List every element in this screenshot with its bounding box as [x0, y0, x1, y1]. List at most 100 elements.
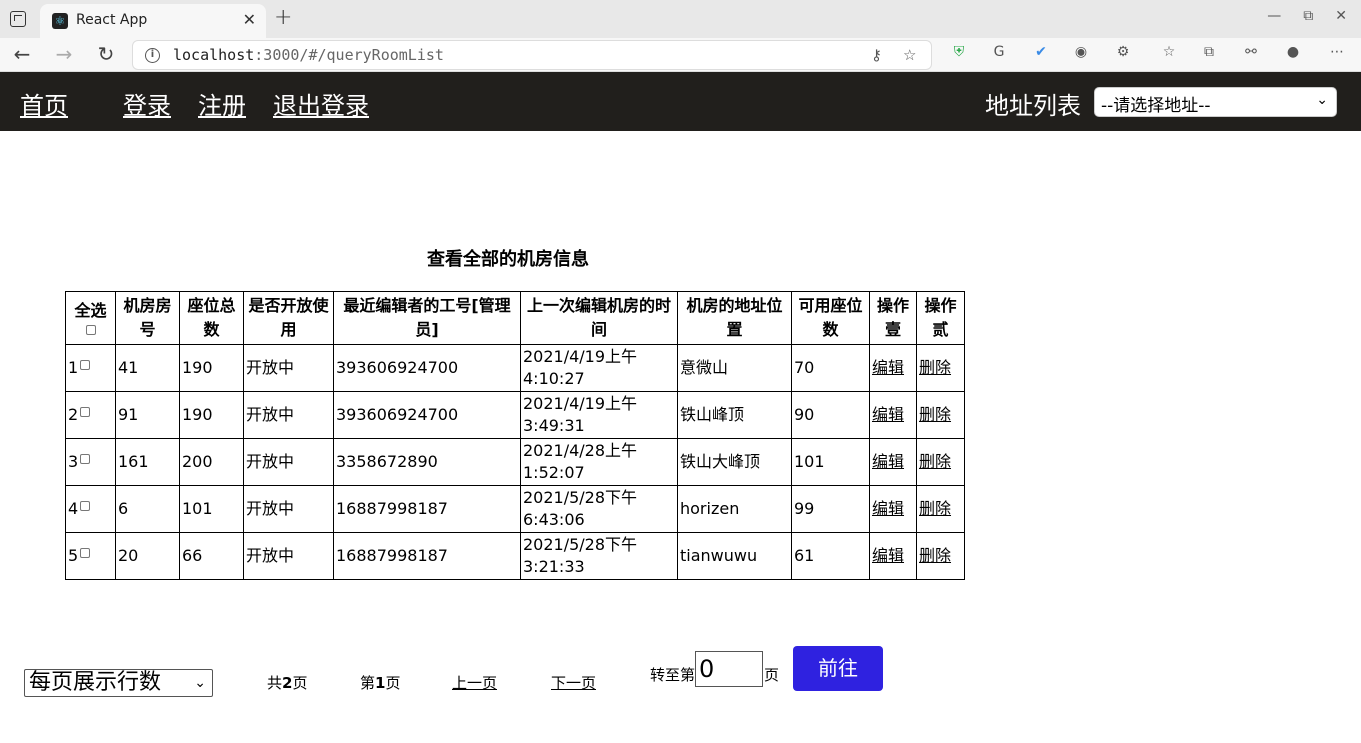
room-no-cell: 41 — [115, 344, 180, 392]
nav-register-link[interactable]: 注册 — [198, 86, 246, 121]
tampermonkey-extension-icon[interactable]: ◉ — [1072, 43, 1090, 61]
edit-time-cell: 2021/4/19上午3:49:31 — [520, 391, 678, 439]
close-tab-icon[interactable]: ✕ — [243, 10, 256, 29]
key-icon[interactable]: ⚷ — [871, 46, 882, 64]
go-button[interactable]: 前往 — [793, 646, 883, 691]
maximize-icon[interactable]: ⧉ — [1303, 8, 1313, 24]
col-room-no: 机房房号 — [115, 291, 180, 345]
room-table: 全选 机房房号 座位总数 是否开放使用 最近编辑者的工号[管理员] 上一次编辑机… — [65, 291, 965, 580]
nav-home-link[interactable]: 首页 — [20, 86, 68, 121]
table-row: 2 91 190 开放中 393606924700 2021/4/19上午3:4… — [65, 391, 965, 439]
open-status-cell: 开放中 — [243, 485, 334, 533]
extensions-puzzle-icon[interactable]: ⚙ — [1114, 43, 1132, 61]
goto-unit-label: 页 — [764, 666, 780, 684]
available-seats-cell: 90 — [791, 391, 870, 439]
next-page-link[interactable]: 下一页 — [551, 672, 596, 693]
favorites-icon[interactable]: ☆ — [1160, 43, 1178, 61]
table-header-row: 全选 机房房号 座位总数 是否开放使用 最近编辑者的工号[管理员] 上一次编辑机… — [65, 291, 965, 345]
profile-avatar-icon[interactable]: ● — [1284, 43, 1302, 61]
address-bar: ← → ↻ i localhost:3000/#/queryRoomList ⚷… — [0, 38, 1361, 72]
delete-link[interactable]: 删除 — [919, 499, 951, 518]
row-index-cell: 5 — [65, 532, 116, 580]
table-row: 1 41 190 开放中 393606924700 2021/4/19上午4:1… — [65, 344, 965, 392]
table-row: 4 6 101 开放中 16887998187 2021/5/28下午6:43:… — [65, 485, 965, 533]
edit-link[interactable]: 编辑 — [872, 546, 904, 565]
collections-icon[interactable]: ⧉ — [1200, 43, 1218, 61]
address-cell: 铁山峰顶 — [677, 391, 792, 439]
window-menu-icon[interactable] — [10, 11, 26, 27]
check-extension-icon[interactable]: ✔ — [1032, 43, 1050, 61]
grammar-extension-icon[interactable]: G — [990, 43, 1008, 61]
more-menu-icon[interactable]: ⋯ — [1328, 43, 1346, 61]
back-icon[interactable]: ← — [10, 42, 34, 66]
page-size-select[interactable]: 每页展示行数 ⌄ — [24, 669, 213, 697]
chevron-down-icon: ⌄ — [194, 675, 206, 691]
table-row: 5 20 66 开放中 16887998187 2021/5/28下午3:21:… — [65, 532, 965, 580]
edit-link[interactable]: 编辑 — [872, 452, 904, 471]
edit-time-cell: 2021/4/19上午4:10:27 — [520, 344, 678, 392]
favorite-star-icon[interactable]: ☆ — [903, 46, 916, 64]
col-seats-total: 座位总数 — [179, 291, 244, 345]
open-status-cell: 开放中 — [243, 344, 334, 392]
edit-time-cell: 2021/5/28下午3:21:33 — [520, 532, 678, 580]
row-checkbox[interactable] — [80, 407, 91, 417]
select-all-checkbox[interactable] — [85, 325, 96, 335]
nav-login-link[interactable]: 登录 — [123, 86, 171, 121]
col-is-open: 是否开放使用 — [243, 291, 334, 345]
open-status-cell: 开放中 — [243, 438, 334, 486]
col-editor-id: 最近编辑者的工号[管理员] — [333, 291, 521, 345]
new-tab-icon[interactable]: + — [274, 5, 292, 30]
share-icon[interactable]: ⚯ — [1242, 43, 1260, 61]
close-window-icon[interactable]: ✕ — [1335, 8, 1347, 24]
site-info-icon[interactable]: i — [145, 48, 160, 63]
tab-title: React App — [76, 12, 148, 28]
edit-time-cell: 2021/4/28上午1:52:07 — [520, 438, 678, 486]
address-select[interactable]: --请选择地址-- ⌄ — [1094, 87, 1337, 117]
address-cell: horizen — [677, 485, 792, 533]
goto-page-input[interactable]: 0 — [695, 651, 763, 687]
minimize-icon[interactable]: — — [1267, 8, 1281, 24]
address-list-label: 地址列表 — [985, 92, 1081, 120]
room-no-cell: 161 — [115, 438, 180, 486]
row-index-cell: 1 — [65, 344, 116, 392]
col-op1: 操作壹 — [869, 291, 917, 345]
delete-link[interactable]: 删除 — [919, 452, 951, 471]
row-checkbox[interactable] — [80, 454, 91, 464]
select-all-label: 全选 — [74, 301, 107, 320]
seats-cell: 66 — [179, 532, 244, 580]
table-row: 3 161 200 开放中 3358672890 2021/4/28上午1:52… — [65, 438, 965, 486]
shield-extension-icon[interactable]: ⛨ — [950, 43, 968, 61]
app-navbar: 首页 登录 注册 退出登录 地址列表 --请选择地址-- ⌄ — [0, 72, 1361, 131]
forward-icon[interactable]: → — [52, 42, 76, 66]
row-checkbox[interactable] — [80, 360, 91, 370]
room-no-cell: 20 — [115, 532, 180, 580]
browser-tab[interactable]: ⚛ React App ✕ — [40, 4, 266, 38]
address-select-value: --请选择地址-- — [1101, 96, 1211, 116]
total-pages-text: 共2页 — [267, 674, 308, 692]
col-op2: 操作贰 — [916, 291, 965, 345]
url-input[interactable]: i localhost:3000/#/queryRoomList ⚷ ☆ — [132, 40, 932, 70]
delete-link[interactable]: 删除 — [919, 405, 951, 424]
nav-logout-link[interactable]: 退出登录 — [273, 86, 369, 121]
col-address: 机房的地址位置 — [677, 291, 792, 345]
window-controls: — ⧉ ✕ — [1267, 8, 1347, 24]
editor-id-cell: 3358672890 — [333, 438, 521, 486]
editor-id-cell: 16887998187 — [333, 532, 521, 580]
col-available-seats: 可用座位数 — [791, 291, 870, 345]
row-checkbox[interactable] — [80, 548, 91, 558]
address-cell: tianwuwu — [677, 532, 792, 580]
delete-link[interactable]: 删除 — [919, 358, 951, 377]
delete-link[interactable]: 删除 — [919, 546, 951, 565]
open-status-cell: 开放中 — [243, 391, 334, 439]
edit-link[interactable]: 编辑 — [872, 358, 904, 377]
edit-link[interactable]: 编辑 — [872, 499, 904, 518]
reload-icon[interactable]: ↻ — [94, 42, 118, 66]
prev-page-link[interactable]: 上一页 — [452, 672, 497, 693]
row-index-cell: 2 — [65, 391, 116, 439]
available-seats-cell: 61 — [791, 532, 870, 580]
row-checkbox[interactable] — [80, 501, 91, 511]
current-page-text: 第1页 — [360, 674, 401, 692]
seats-cell: 101 — [179, 485, 244, 533]
edit-link[interactable]: 编辑 — [872, 405, 904, 424]
editor-id-cell: 393606924700 — [333, 344, 521, 392]
